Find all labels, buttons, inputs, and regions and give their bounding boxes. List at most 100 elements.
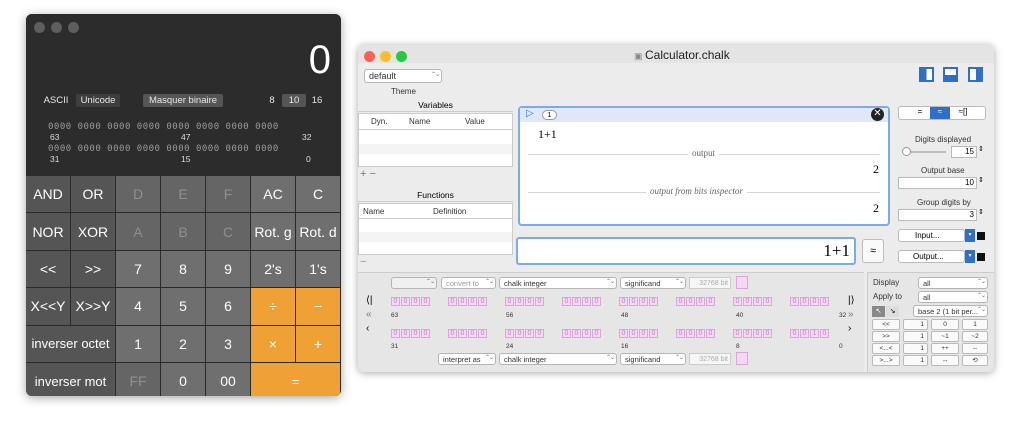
bit-cell[interactable]: 0	[619, 329, 628, 338]
bit-cell[interactable]: 0	[448, 329, 457, 338]
close-button[interactable]	[34, 22, 45, 33]
key-or[interactable]: OR	[71, 176, 116, 214]
bit-cell[interactable]: 0	[391, 297, 400, 306]
key-8[interactable]: 8	[161, 250, 206, 289]
key-hex-f[interactable]: F	[206, 176, 251, 214]
bit-row-low[interactable]: 0000 0000 0000 0000 0000 0000 0000 0000	[48, 144, 279, 154]
key-and[interactable]: AND	[26, 176, 71, 214]
bit-cell[interactable]: 0	[706, 329, 715, 338]
target-color-well[interactable]	[736, 276, 748, 289]
input-button[interactable]: Input...	[898, 229, 965, 242]
conversion-kind-select[interactable]	[391, 277, 437, 289]
bits-fast-forward-icon[interactable]: »	[848, 309, 854, 320]
bit-cell[interactable]: 0	[525, 297, 534, 306]
key-5[interactable]: 5	[161, 288, 206, 326]
bit-cell[interactable]: 0	[810, 297, 819, 306]
apply-to-select[interactable]: all	[918, 291, 988, 303]
shift-amount-field[interactable]: 1	[903, 343, 928, 354]
key-c[interactable]: C	[296, 176, 341, 214]
bit-op-button[interactable]: <<	[872, 319, 900, 330]
key-4[interactable]: 4	[116, 288, 161, 326]
bit-cell[interactable]: 0	[562, 329, 571, 338]
output-button[interactable]: Output...	[898, 250, 965, 263]
bit-cell[interactable]: 0	[743, 297, 752, 306]
bit-cell[interactable]: 1	[810, 329, 819, 338]
bit-cell[interactable]: 0	[582, 329, 591, 338]
mode-approx[interactable]: ≈	[930, 107, 950, 119]
bit-cell[interactable]: 0	[686, 329, 695, 338]
input-dropdown-icon[interactable]: ▾	[965, 229, 975, 242]
key-shift-left-y[interactable]: X<<Y	[26, 288, 71, 326]
ascii-button[interactable]: ASCII	[40, 94, 72, 107]
bit-cell[interactable]: 0	[401, 297, 410, 306]
bit-cell[interactable]: 0	[505, 329, 514, 338]
functions-table[interactable]: Name Definition	[358, 203, 513, 255]
output-base-field[interactable]: 10	[898, 177, 977, 189]
base-16-button[interactable]: 16	[306, 94, 328, 107]
right-panel-icon[interactable]	[968, 67, 983, 82]
minimize-button[interactable]	[380, 51, 391, 62]
digits-field[interactable]: 15	[951, 146, 977, 158]
bit-cell[interactable]: 0	[649, 329, 658, 338]
bit-cell[interactable]: 0	[572, 297, 581, 306]
shift-amount-field[interactable]: 1	[903, 319, 928, 330]
bit-cell[interactable]: 0	[572, 329, 581, 338]
bits-back-icon[interactable]: ‹	[366, 323, 369, 334]
group-digits-field[interactable]: 3	[898, 209, 977, 221]
bits-fast-back-icon[interactable]: «	[366, 309, 372, 320]
bit-op-button[interactable]: ++	[931, 343, 959, 354]
bit-cell[interactable]: 0	[515, 297, 524, 306]
display-select[interactable]: all	[918, 277, 988, 289]
input-color-well[interactable]	[977, 232, 985, 240]
mask-binary-button[interactable]: Masquer binaire	[143, 94, 223, 107]
key-xor[interactable]: XOR	[71, 213, 116, 251]
key-divide[interactable]: ÷	[251, 288, 296, 326]
bits-last-icon[interactable]: |⟩	[848, 295, 855, 306]
bit-cell[interactable]: 0	[478, 297, 487, 306]
key-rot-left[interactable]: Rot. g	[251, 213, 296, 251]
zoom-button[interactable]	[68, 22, 79, 33]
bit-op-button[interactable]: 1	[962, 319, 988, 330]
bit-op-button[interactable]: 0	[931, 319, 959, 330]
arrow-nw-icon[interactable]: ↖	[872, 306, 885, 317]
bit-op-button[interactable]: ~2	[962, 331, 988, 342]
variables-table[interactable]: Dyn. Name Value	[358, 113, 513, 167]
key-plus[interactable]: +	[296, 325, 341, 363]
add-variable-button[interactable]: + −	[360, 168, 376, 180]
key-0[interactable]: 0	[161, 363, 206, 396]
col-dyn[interactable]: Dyn.	[371, 117, 387, 126]
close-button[interactable]	[364, 51, 375, 62]
bit-op-button[interactable]: >>	[872, 331, 900, 342]
bit-op-button[interactable]: ⟲	[962, 355, 988, 366]
bit-cell[interactable]: 0	[629, 329, 638, 338]
bit-cell[interactable]: 0	[820, 329, 829, 338]
key-7[interactable]: 7	[116, 250, 161, 289]
bit-cell[interactable]: 0	[401, 329, 410, 338]
bit-cell[interactable]: 0	[411, 297, 420, 306]
bit-cell[interactable]: 0	[790, 297, 799, 306]
theme-select[interactable]: default	[364, 69, 442, 83]
key-1[interactable]: 1	[116, 325, 161, 363]
close-entry-icon[interactable]: ✕	[871, 108, 884, 121]
key-00[interactable]: 00	[206, 363, 251, 396]
key-shift-left[interactable]: <<	[26, 250, 71, 289]
bit-op-button[interactable]: ↔	[931, 355, 959, 366]
bit-cell[interactable]: 0	[582, 297, 591, 306]
key-3[interactable]: 3	[206, 325, 251, 363]
bit-cell[interactable]: 0	[619, 297, 628, 306]
bit-cell[interactable]: 0	[790, 329, 799, 338]
output-entry[interactable]: ▷ 1 ✕ 1+1 output 2 output from bits insp…	[518, 106, 890, 226]
bit-cell[interactable]: 0	[592, 297, 601, 306]
bit-row-high[interactable]: 0000 0000 0000 0000 0000 0000 0000 0000	[48, 122, 279, 132]
key-ac[interactable]: AC	[251, 176, 296, 214]
bit-cell[interactable]: 0	[468, 329, 477, 338]
interpret-as-select[interactable]: interpret as	[438, 353, 496, 365]
bit-cell[interactable]: 0	[468, 297, 477, 306]
base-10-button[interactable]: 10	[282, 94, 306, 107]
bit-cell[interactable]: 0	[639, 297, 648, 306]
bit-cell[interactable]: 0	[562, 297, 571, 306]
bit-op-button[interactable]: --	[962, 343, 988, 354]
key-2[interactable]: 2	[161, 325, 206, 363]
bit-cell[interactable]: 0	[478, 329, 487, 338]
bit-op-button[interactable]: <...<	[872, 343, 900, 354]
